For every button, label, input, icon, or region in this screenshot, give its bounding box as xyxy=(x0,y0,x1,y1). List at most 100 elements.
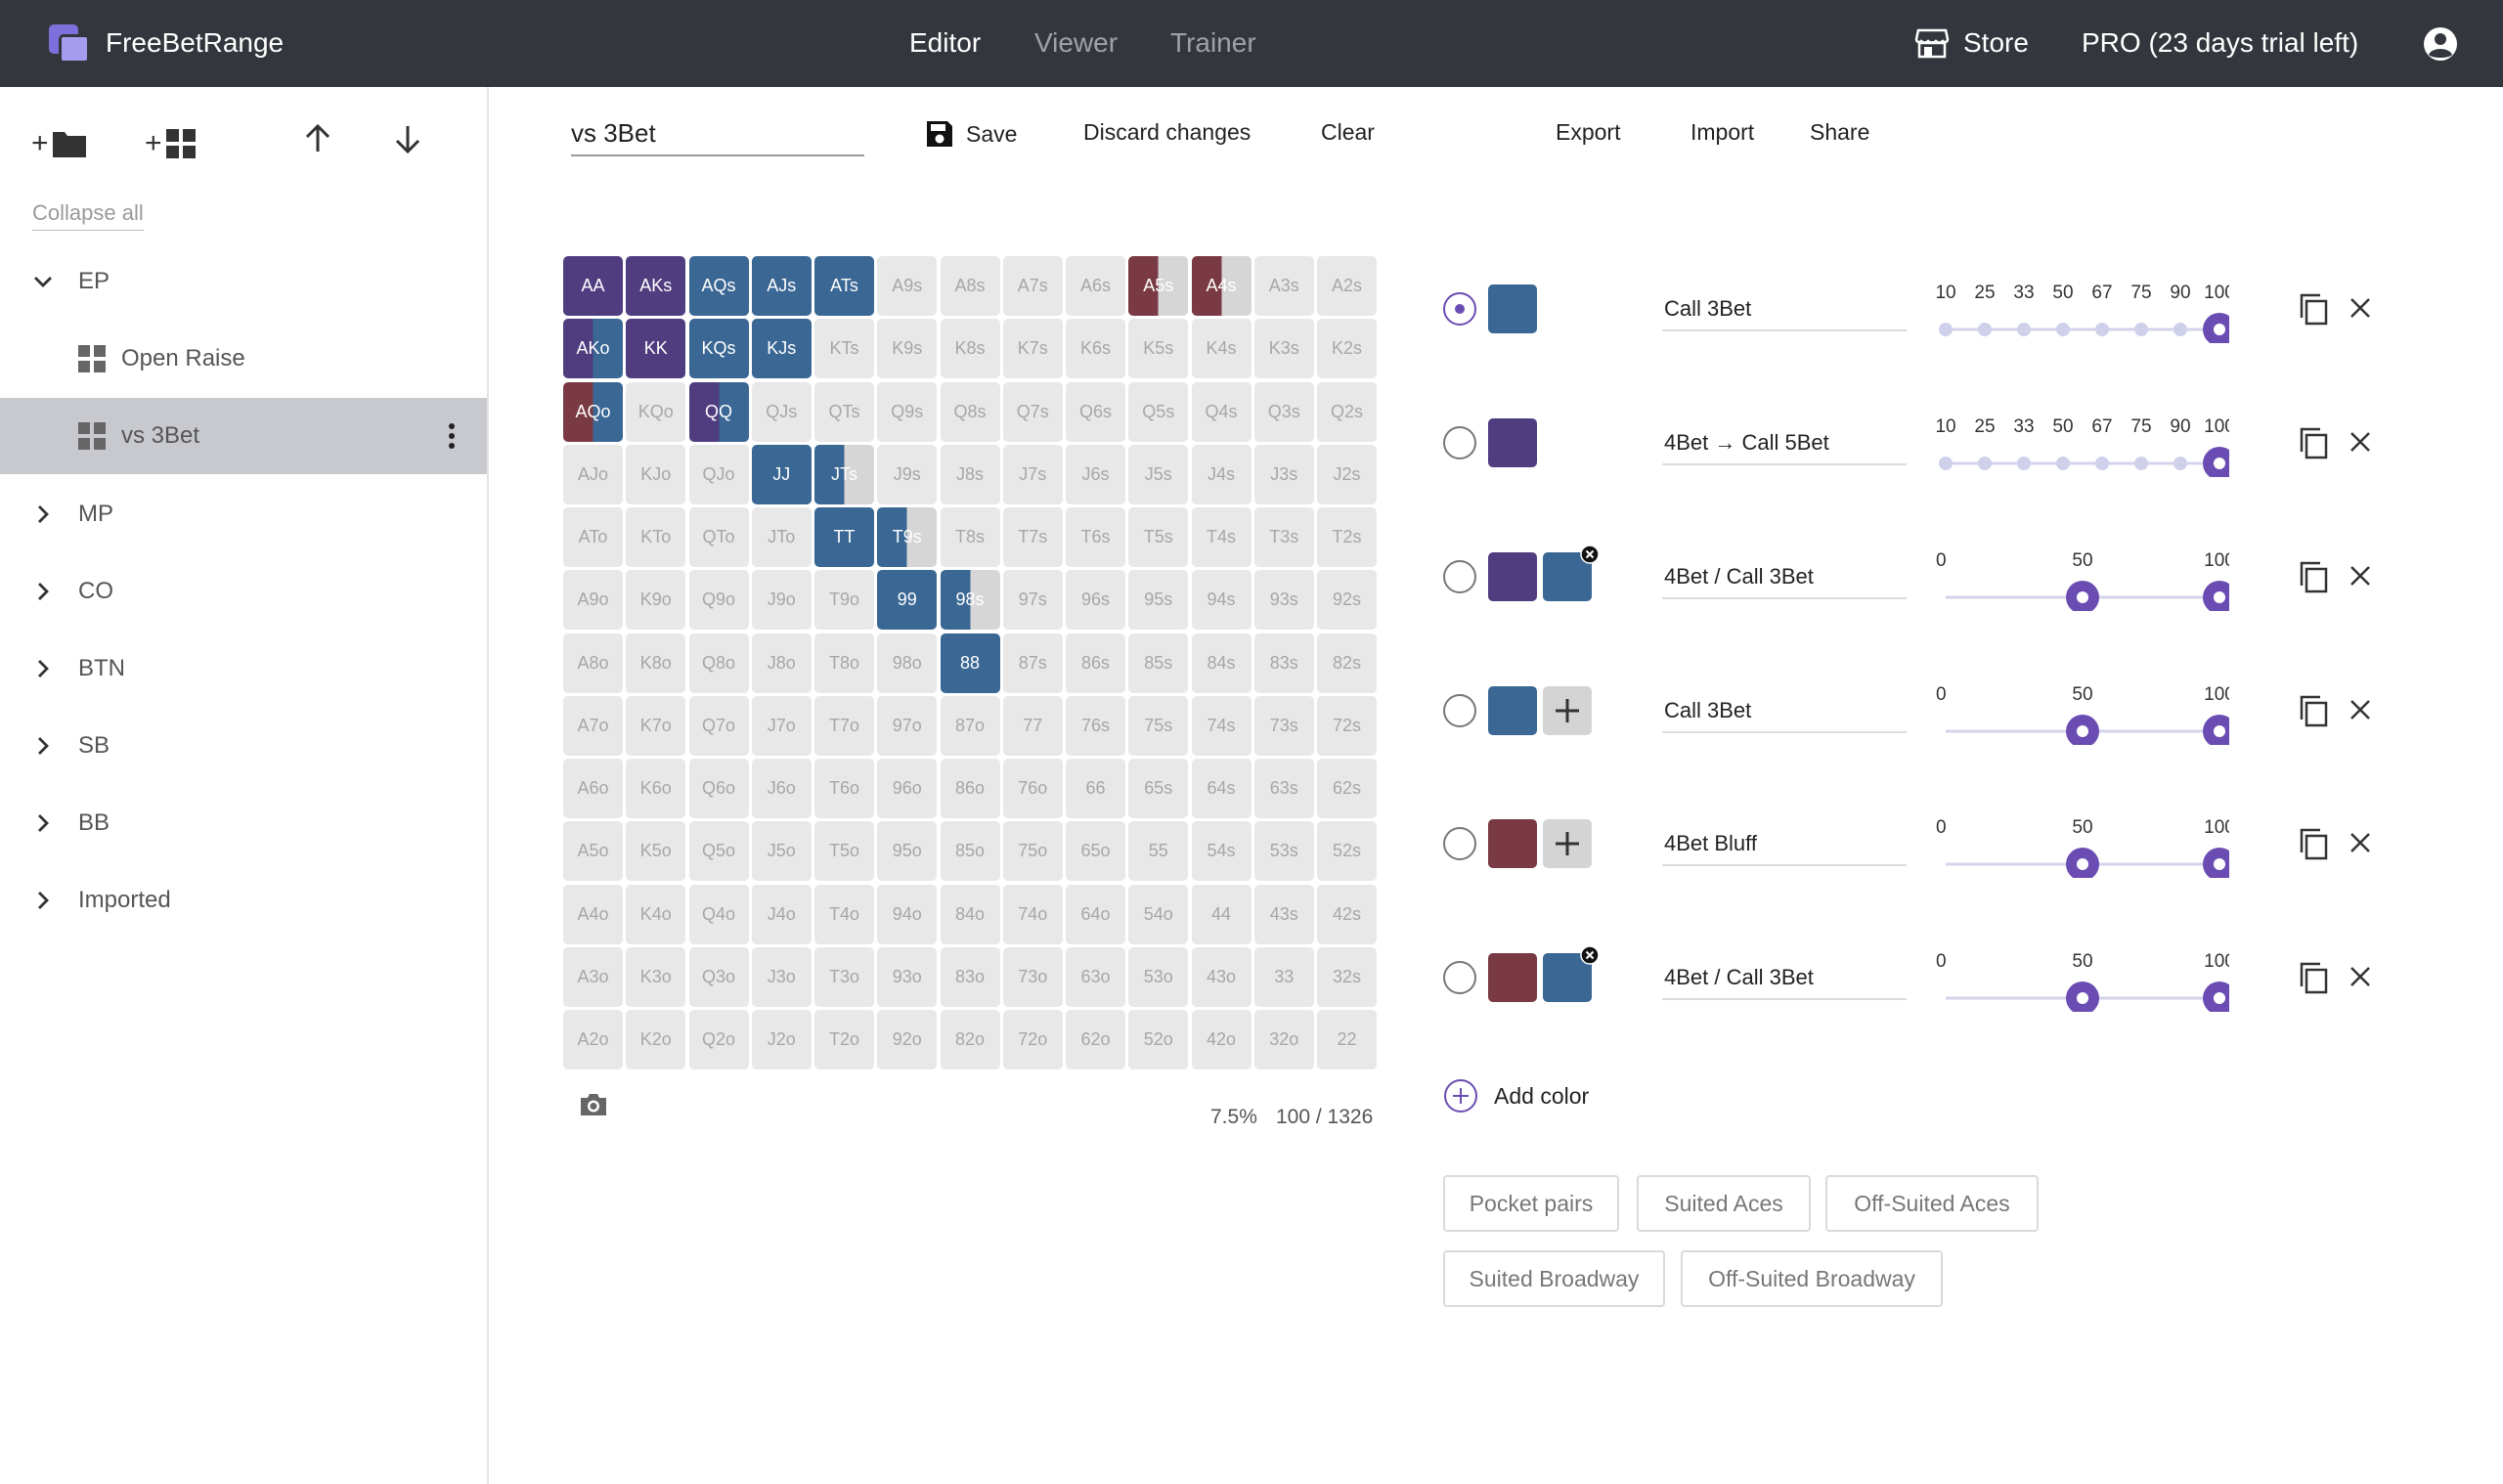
remove-swatch-icon[interactable] xyxy=(1580,945,1600,965)
preset-pocket-pairs-button[interactable]: Pocket pairs xyxy=(1443,1175,1619,1232)
hand-cell-52s[interactable]: 52s xyxy=(1317,821,1377,881)
hand-cell-k7s[interactable]: K7s xyxy=(1003,319,1063,378)
remove-swatch-icon[interactable] xyxy=(1580,545,1600,564)
chevron-right-icon[interactable] xyxy=(31,734,55,758)
hand-cell-66[interactable]: 66 xyxy=(1066,759,1125,818)
hand-cell-k6s[interactable]: K6s xyxy=(1066,319,1125,378)
hand-cell-95s[interactable]: 95s xyxy=(1128,570,1188,630)
hand-cell-a6o[interactable]: A6o xyxy=(563,759,623,818)
hand-cell-98s[interactable]: 98s xyxy=(941,570,1000,630)
hand-cell-a4s[interactable]: A4s xyxy=(1192,256,1252,316)
hand-cell-j9o[interactable]: J9o xyxy=(752,570,812,630)
weight-slider[interactable]: 10253350677590100 xyxy=(1936,275,2229,343)
hand-cell-72s[interactable]: 72s xyxy=(1317,696,1377,756)
color-row-label-input[interactable]: 4Bet → Call 5Bet xyxy=(1662,418,1907,465)
hand-cell-t6s[interactable]: T6s xyxy=(1066,507,1125,567)
import-button[interactable]: Import xyxy=(1691,119,1754,146)
close-icon[interactable] xyxy=(2347,562,2374,589)
hand-cell-t9o[interactable]: T9o xyxy=(814,570,874,630)
hand-cell-t7o[interactable]: T7o xyxy=(814,696,874,756)
hand-cell-t4o[interactable]: T4o xyxy=(814,885,874,944)
hand-cell-q9o[interactable]: Q9o xyxy=(689,570,749,630)
chevron-right-icon[interactable] xyxy=(31,502,55,526)
slider-stop[interactable] xyxy=(2095,323,2109,336)
hand-cell-q2s[interactable]: Q2s xyxy=(1317,382,1377,442)
hand-cell-qjo[interactable]: QJo xyxy=(689,445,749,504)
hand-cell-42o[interactable]: 42o xyxy=(1192,1010,1252,1069)
tree-item-ep[interactable]: EP xyxy=(0,243,487,320)
hand-cell-84o[interactable]: 84o xyxy=(941,885,1000,944)
hand-cell-t6o[interactable]: T6o xyxy=(814,759,874,818)
hand-cell-j4s[interactable]: J4s xyxy=(1192,445,1252,504)
hand-cell-q6o[interactable]: Q6o xyxy=(689,759,749,818)
hand-cell-44[interactable]: 44 xyxy=(1192,885,1252,944)
hand-cell-j9s[interactable]: J9s xyxy=(877,445,937,504)
hand-cell-t5o[interactable]: T5o xyxy=(814,821,874,881)
store-icon[interactable] xyxy=(1914,27,1950,59)
hand-cell-t5s[interactable]: T5s xyxy=(1128,507,1188,567)
chevron-right-icon[interactable] xyxy=(31,889,55,912)
tree-item-vs-3bet[interactable]: vs 3Bet xyxy=(0,398,487,474)
slider-stop[interactable] xyxy=(2017,323,2031,336)
color-row-label-input[interactable]: 4Bet / Call 3Bet xyxy=(1662,552,1907,599)
arrow-up-icon[interactable] xyxy=(301,122,334,155)
hand-cell-75s[interactable]: 75s xyxy=(1128,696,1188,756)
hand-cell-k8s[interactable]: K8s xyxy=(941,319,1000,378)
hand-cell-q9s[interactable]: Q9s xyxy=(877,382,937,442)
hand-cell-87o[interactable]: 87o xyxy=(941,696,1000,756)
hand-cell-75o[interactable]: 75o xyxy=(1003,821,1063,881)
tree-item-bb[interactable]: BB xyxy=(0,785,487,861)
hand-cell-q6s[interactable]: Q6s xyxy=(1066,382,1125,442)
hand-cell-k5s[interactable]: K5s xyxy=(1128,319,1188,378)
hand-cell-94s[interactable]: 94s xyxy=(1192,570,1252,630)
hand-cell-j3s[interactable]: J3s xyxy=(1254,445,1314,504)
hand-cell-tt[interactable]: TT xyxy=(814,507,874,567)
hand-cell-63s[interactable]: 63s xyxy=(1254,759,1314,818)
color-row-radio[interactable] xyxy=(1443,292,1476,326)
hand-cell-j8o[interactable]: J8o xyxy=(752,633,812,693)
slider-stop[interactable] xyxy=(1978,457,1992,470)
hand-cell-k2o[interactable]: K2o xyxy=(626,1010,685,1069)
hand-cell-97s[interactable]: 97s xyxy=(1003,570,1063,630)
hand-cell-99[interactable]: 99 xyxy=(877,570,937,630)
hand-cell-kqs[interactable]: KQs xyxy=(689,319,749,378)
hand-cell-kto[interactable]: KTo xyxy=(626,507,685,567)
hand-cell-j8s[interactable]: J8s xyxy=(941,445,1000,504)
hand-cell-96o[interactable]: 96o xyxy=(877,759,937,818)
hand-cell-72o[interactable]: 72o xyxy=(1003,1010,1063,1069)
hand-cell-qto[interactable]: QTo xyxy=(689,507,749,567)
copy-icon[interactable] xyxy=(2298,560,2329,593)
hand-cell-85s[interactable]: 85s xyxy=(1128,633,1188,693)
hand-cell-kqo[interactable]: KQo xyxy=(626,382,685,442)
hand-cell-j5o[interactable]: J5o xyxy=(752,821,812,881)
slider-stop[interactable] xyxy=(2174,323,2187,336)
hand-cell-82s[interactable]: 82s xyxy=(1317,633,1377,693)
tree-item-open-raise[interactable]: Open Raise xyxy=(0,321,487,397)
hand-cell-53s[interactable]: 53s xyxy=(1254,821,1314,881)
hand-cell-85o[interactable]: 85o xyxy=(941,821,1000,881)
weight-slider[interactable]: 050100 xyxy=(1936,943,2229,1012)
slider-stop[interactable] xyxy=(2174,457,2187,470)
preset-suited-broadway-button[interactable]: Suited Broadway xyxy=(1443,1250,1665,1307)
pro-trial-link[interactable]: PRO (23 days trial left) xyxy=(2082,27,2358,59)
hand-cell-22[interactable]: 22 xyxy=(1317,1010,1377,1069)
close-icon[interactable] xyxy=(2347,294,2374,322)
hand-cell-52o[interactable]: 52o xyxy=(1128,1010,1188,1069)
hand-cell-a4o[interactable]: A4o xyxy=(563,885,623,944)
hand-cell-q3s[interactable]: Q3s xyxy=(1254,382,1314,442)
hand-cell-92o[interactable]: 92o xyxy=(877,1010,937,1069)
color-row-radio[interactable] xyxy=(1443,560,1476,593)
freebetrange-logo-icon[interactable] xyxy=(49,24,94,64)
camera-icon[interactable] xyxy=(579,1092,608,1117)
close-icon[interactable] xyxy=(2347,428,2374,456)
preset-off-suited-aces-button[interactable]: Off-Suited Aces xyxy=(1825,1175,2039,1232)
chevron-right-icon[interactable] xyxy=(31,811,55,835)
hand-cell-73s[interactable]: 73s xyxy=(1254,696,1314,756)
hand-cell-k3o[interactable]: K3o xyxy=(626,947,685,1007)
hand-cell-k6o[interactable]: K6o xyxy=(626,759,685,818)
hand-cell-54s[interactable]: 54s xyxy=(1192,821,1252,881)
weight-slider[interactable]: 050100 xyxy=(1936,543,2229,611)
arrow-down-icon[interactable] xyxy=(391,122,424,155)
color-swatch[interactable] xyxy=(1543,953,1592,1002)
add-swatch-button[interactable] xyxy=(1543,686,1592,735)
